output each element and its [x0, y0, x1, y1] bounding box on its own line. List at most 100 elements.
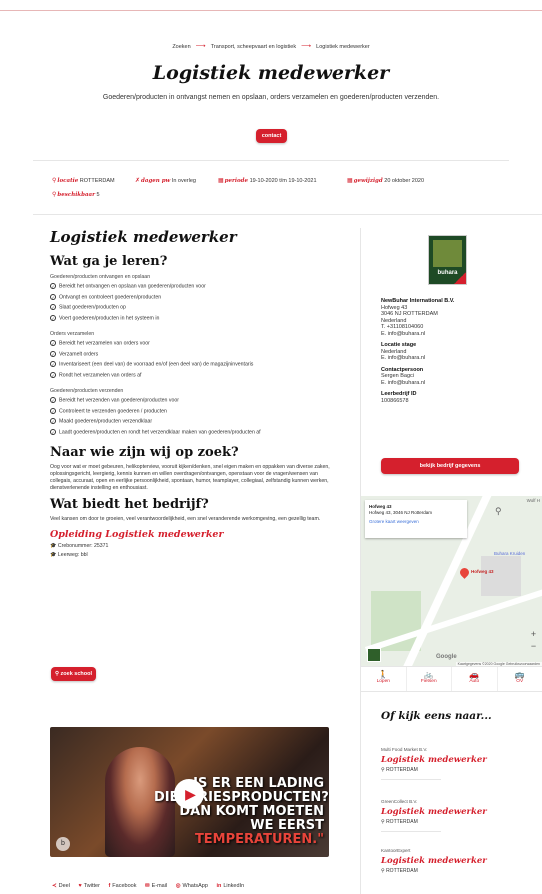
- facebook-link[interactable]: f Facebook: [108, 883, 136, 889]
- list-item: ✓ Maakt goederen/producten verzendklaar: [50, 418, 153, 425]
- arrow-right-icon: ⟶: [301, 43, 312, 50]
- suggestion-item[interactable]: GreenCollect B.V. Logistiek medewerker ⚲…: [381, 799, 506, 832]
- linkedin-link[interactable]: in LinkedIn: [216, 883, 244, 889]
- check-circle-icon: ✓: [50, 314, 56, 321]
- car-icon: 🚗: [469, 670, 480, 679]
- meta-periode: ▦periode 19-10-2020 t/m 19-10-2021: [218, 178, 317, 184]
- channel-logo-icon: b: [56, 837, 70, 851]
- list-item: ✓ Ontvangt en controleert goederen/produc…: [50, 293, 162, 300]
- check-circle-icon: ✓: [50, 418, 56, 424]
- linkedin-icon: in: [216, 883, 222, 889]
- zoek-heading: Naar wie zijn wij op zoek?: [50, 445, 239, 460]
- top-divider: [0, 10, 542, 11]
- transport-bike[interactable]: 🚲 Fietsen: [407, 667, 452, 691]
- divider: [33, 160, 509, 161]
- zoom-out-icon[interactable]: −: [528, 640, 539, 652]
- leerweg-item: 🎓 Leerweg: bbl: [50, 552, 88, 558]
- list-item: ✓ Slaat goederen/producten op: [50, 304, 126, 311]
- map-pin-label: Hofweg 43: [471, 569, 494, 574]
- walk-icon: 🚶: [378, 670, 389, 679]
- play-icon[interactable]: ▶: [174, 779, 204, 809]
- group-title: Orders verzamelen: [50, 331, 95, 337]
- location-pin-icon: ⚲: [381, 819, 385, 825]
- suggestion-item[interactable]: Multi Food Market B.V. Logistiek medewer…: [381, 747, 506, 780]
- zoek-school-button[interactable]: ⚲ zoek school: [51, 667, 96, 681]
- breadcrumb-category[interactable]: Transport, scheepvaart en logistiek: [211, 44, 296, 50]
- list-item: ✓ Inventariseert (een deel van) de voorra…: [50, 361, 254, 368]
- list-item: ✓ Bereidt het verzenden van goederen/prod…: [50, 397, 179, 404]
- opleiding-title[interactable]: Opleiding Logistiek medewerker: [50, 529, 340, 540]
- list-item: ✓ Bereidt het verzamelen van orders voor: [50, 340, 150, 347]
- graduation-cap-icon: 🎓: [50, 543, 57, 549]
- list-item: ✓ Verzamelt orders: [50, 350, 99, 357]
- zoek-text: Oog voor wat er moet gebeuren, helikopte…: [50, 464, 330, 491]
- arrow-right-icon: ⟶: [195, 43, 206, 50]
- google-logo: Google: [436, 654, 457, 660]
- tools-icon: ✗: [135, 178, 141, 184]
- company-logo: buhara: [428, 235, 467, 285]
- breadcrumb-zoeken[interactable]: Zoeken: [172, 44, 190, 50]
- transport-ov[interactable]: 🚌 OV: [498, 667, 542, 691]
- meta-gewijzigd: ▦gewijzigd 20 oktober 2020: [347, 178, 425, 184]
- email: E. info@buhara.nl: [381, 330, 426, 337]
- biedt-text: Veel kansen om door te groeien, veel ver…: [50, 516, 321, 522]
- check-circle-icon: ✓: [50, 350, 56, 357]
- bicycle-icon: 🚲: [423, 670, 434, 679]
- video-player[interactable]: IS ER EEN LADING DIEPVRIESPRODUCTEN? DAN…: [50, 727, 329, 857]
- check-circle-icon: ✓: [50, 361, 56, 367]
- map-zoom-controls[interactable]: + −: [528, 628, 539, 652]
- twitter-icon: ♥: [78, 883, 82, 889]
- contact-email: E. info@buhara.nl: [381, 379, 426, 386]
- leerbedrijf-id: 100866578: [381, 397, 409, 404]
- location-pin-icon: ⚲: [381, 767, 385, 773]
- list-item: ✓ Laadt goederen/producten en rondt het v…: [50, 428, 261, 435]
- whatsapp-link[interactable]: ◎ WhatsApp: [176, 883, 208, 889]
- view-company-button[interactable]: bekijk bedrijf gegevens: [381, 458, 519, 474]
- list-item: ✓ Controleert te verzenden goederen / pro…: [50, 407, 167, 414]
- suggestion-item[interactable]: KantoorExpert Logistiek medewerker ⚲ ROT…: [381, 848, 506, 874]
- page-subtitle: Goederen/producten in ontvangst nemen en…: [102, 94, 440, 101]
- check-circle-icon: ✓: [50, 407, 56, 414]
- breadcrumb: Zoeken ⟶ Transport, scheepvaart en logisti…: [0, 42, 542, 50]
- map-info-card: Hofweg 43 Hofweg 43, 3046 NJ Rotterdam G…: [365, 500, 467, 538]
- page-title: Logistiek medewerker: [152, 62, 390, 84]
- facebook-icon: f: [108, 883, 111, 889]
- share-button[interactable]: ≺ Deel: [52, 883, 70, 889]
- transport-walk[interactable]: 🚶 Lopen: [361, 667, 407, 691]
- company-info: NewBuhar International B.V. Hofweg 43 30…: [381, 298, 516, 404]
- leren-heading: Wat ga je leren?: [50, 254, 168, 269]
- share-bar: ≺ Deel ♥ Twitter f Facebook ✉ E-mail ◎ WhatsA…: [52, 883, 251, 889]
- check-circle-icon: ✓: [50, 293, 56, 300]
- share-icon: ≺: [52, 883, 57, 889]
- satellite-toggle[interactable]: [367, 648, 381, 662]
- contact-button[interactable]: contact: [256, 129, 287, 143]
- stage-label: Locatie stage: [381, 342, 417, 348]
- twitter-link[interactable]: ♥ Twitter: [78, 883, 99, 889]
- meta-dagen: ✗dagen pw In overleg: [135, 178, 196, 184]
- contact-label: Contactpersoon: [381, 366, 424, 373]
- larger-map-link[interactable]: Grotere kaart weergeven: [369, 519, 463, 525]
- breadcrumb-current: Logistiek medewerker: [316, 44, 370, 50]
- email-link[interactable]: ✉ E-mail: [145, 883, 167, 889]
- calendar-icon: ▦: [218, 178, 224, 184]
- map-pin-icon: ⚲: [495, 506, 502, 516]
- list-item: ✓ Bereidt het ontvangen en opslaan van go…: [50, 283, 206, 290]
- check-circle-icon: ✓: [50, 371, 56, 378]
- mail-icon: ✉: [144, 883, 150, 889]
- main-content: Logistiek medewerker Wat ga je leren? Go…: [50, 228, 340, 561]
- stage-email: E. info@buhara.nl: [381, 355, 426, 361]
- suggestions-heading: Of kijk eens naar...: [381, 710, 492, 722]
- check-circle-icon: ✓: [50, 340, 56, 346]
- zoom-in-icon[interactable]: +: [528, 628, 539, 640]
- transport-car[interactable]: 🚗 Auto: [452, 667, 498, 691]
- list-item: ✓ Rondt het verzamelen van orders af: [50, 371, 142, 378]
- location-pin-icon: ⚲: [381, 868, 385, 874]
- leerbedrijf-label: Leerbedrijf ID: [381, 391, 417, 397]
- bus-icon: 🚌: [514, 670, 525, 679]
- location-map[interactable]: Hofweg 43 Hofweg 43, 3046 NJ Rotterdam G…: [361, 496, 542, 666]
- map-pin-icon[interactable]: [458, 566, 471, 579]
- map-poi[interactable]: Buhara Kruiden: [494, 551, 525, 556]
- company-name: NewBuhar International B.V.: [381, 298, 455, 304]
- main-heading: Logistiek medewerker: [50, 228, 237, 246]
- check-circle-icon: ✓: [50, 283, 56, 289]
